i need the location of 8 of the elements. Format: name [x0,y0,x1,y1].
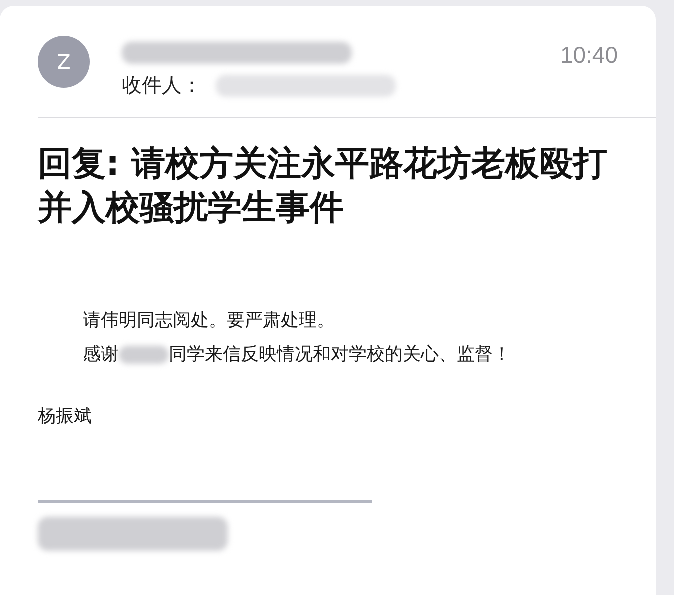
body-text: 感谢 [83,343,119,367]
recipient-label: 收件人： [122,72,202,99]
body-text: 同学来信反映情况和对学校的关心、监督！ [169,343,511,367]
email-subject: 回复: 请校方关注永平路花坊老板殴打并入校骚扰学生事件 [38,143,608,230]
body-text: 请伟明同志阅处。要严肃处理。 [83,309,336,333]
avatar: Z [38,36,90,88]
signature: 杨振斌 [38,405,93,428]
time-label: 10:40 [560,42,618,69]
